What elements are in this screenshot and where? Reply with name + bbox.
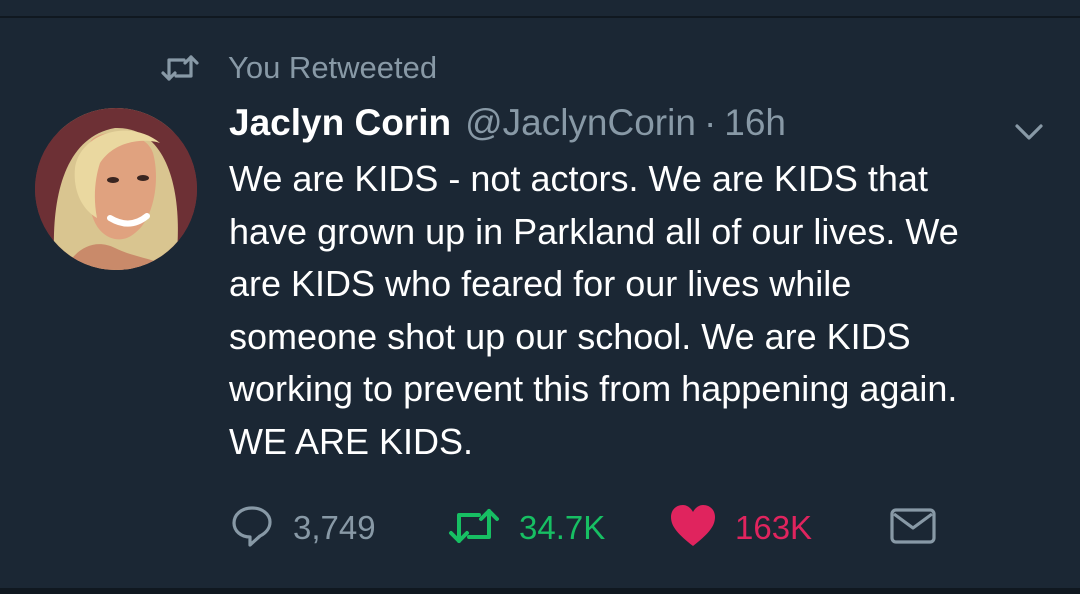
direct-message-button[interactable]	[889, 500, 937, 556]
like-count: 163K	[735, 509, 813, 546]
tweet-header: Jaclyn Corin @JaclynCorin · 16h	[229, 102, 786, 144]
tweet-card[interactable]: You Retweeted Jaclyn Corin @JaclynCorin …	[0, 0, 1080, 594]
envelope-icon	[889, 506, 937, 551]
tweet-timestamp[interactable]: 16h	[724, 102, 786, 144]
tweet-text: We are KIDS - not actors. We are KIDS th…	[229, 158, 959, 462]
tweet-actions: 3,749 34.7K 163K	[229, 500, 989, 556]
retweet-context-label: You Retweeted	[228, 50, 438, 85]
author-handle[interactable]: @JaclynCorin	[465, 102, 696, 144]
reply-count: 3,749	[293, 509, 376, 546]
retweet-count: 34.7K	[519, 509, 606, 546]
retweet-icon	[447, 506, 501, 551]
like-button[interactable]: 163K	[669, 500, 812, 556]
retweet-button[interactable]: 34.7K	[447, 500, 605, 556]
divider	[0, 16, 1080, 18]
heart-icon	[669, 504, 717, 553]
author-name[interactable]: Jaclyn Corin	[229, 102, 451, 144]
reply-icon	[229, 504, 275, 553]
chevron-down-icon[interactable]	[1010, 118, 1048, 146]
separator-dot: ·	[703, 102, 717, 143]
divider	[0, 588, 1080, 594]
retweet-context: You Retweeted	[160, 48, 437, 88]
reply-button[interactable]: 3,749	[229, 500, 376, 556]
avatar[interactable]	[35, 108, 197, 270]
retweet-icon	[160, 53, 200, 83]
